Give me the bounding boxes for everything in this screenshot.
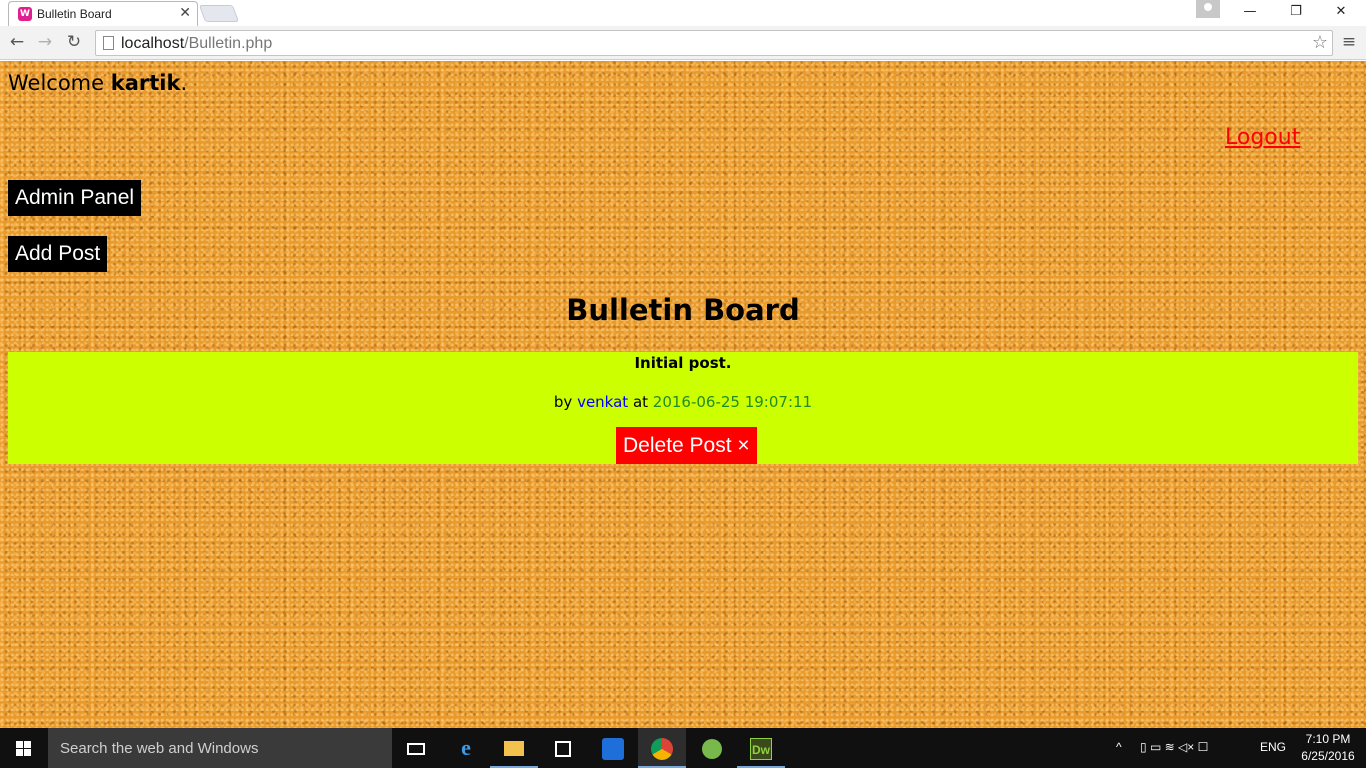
dreamweaver-label: Dw xyxy=(750,737,772,760)
tab-close-icon[interactable]: ✕ xyxy=(179,5,191,21)
chrome-icon[interactable] xyxy=(638,728,686,768)
tab-strip: W Bulletin Board ✕ — ❐ ✕ xyxy=(0,0,1366,26)
back-arrow-icon[interactable]: ← xyxy=(6,31,28,53)
post-author: venkat xyxy=(577,393,629,411)
logout-link[interactable]: Logout xyxy=(1225,125,1300,150)
task-view-icon[interactable] xyxy=(392,728,440,768)
tray-chevron-icon[interactable]: ^ xyxy=(1116,740,1122,754)
post-meta: by venkat at 2016-06-25 19:07:11 xyxy=(8,393,1358,411)
tray-icons[interactable]: ▯ ▭ ≋ ◁× ☐ xyxy=(1140,740,1208,754)
clock-time: 7:10 PM xyxy=(1305,732,1351,746)
welcome-prefix: Welcome xyxy=(8,71,111,95)
tab-title: Bulletin Board xyxy=(37,7,112,21)
taskbar: Search the web and Windows e Dw ^ ▯ ▭ ≋ … xyxy=(0,728,1366,768)
page-title: Bulletin Board xyxy=(566,293,800,327)
dropbox-icon[interactable] xyxy=(589,728,637,768)
url-text[interactable]: localhost/Bulletin.php xyxy=(121,35,272,53)
welcome-suffix: . xyxy=(180,71,188,95)
post-title: Initial post. xyxy=(634,354,732,372)
new-tab-button[interactable] xyxy=(198,5,240,22)
post-card: Initial post. by venkat at 2016-06-25 19… xyxy=(8,352,1358,464)
close-window-button[interactable]: ✕ xyxy=(1318,0,1364,26)
reload-icon[interactable]: ↻ xyxy=(63,31,85,53)
post-by-label: by xyxy=(553,393,578,411)
android-studio-icon[interactable] xyxy=(688,728,736,768)
post-date: 2016-06-25 19:07:11 xyxy=(652,393,813,411)
favicon-icon: W xyxy=(18,7,32,21)
clock-date: 6/25/2016 xyxy=(1301,749,1355,763)
browser-toolbar: ← → ↻ localhost/Bulletin.php ☆ ≡ xyxy=(0,26,1366,60)
page-icon xyxy=(103,36,114,50)
dreamweaver-icon[interactable]: Dw xyxy=(737,728,785,768)
url-host: localhost xyxy=(121,35,185,52)
maximize-button[interactable]: ❐ xyxy=(1273,0,1319,26)
windows-logo-icon xyxy=(16,741,32,756)
username: kartik xyxy=(110,71,181,95)
taskbar-search[interactable]: Search the web and Windows xyxy=(48,728,392,768)
forward-arrow-icon[interactable]: → xyxy=(34,31,56,53)
store-icon[interactable] xyxy=(539,728,587,768)
welcome-message: Welcome kartik. xyxy=(8,71,187,95)
bookmark-star-icon[interactable]: ☆ xyxy=(1312,32,1328,53)
url-path: /Bulletin.php xyxy=(184,35,273,52)
edge-icon[interactable]: e xyxy=(442,728,490,768)
start-button[interactable] xyxy=(0,728,48,768)
admin-panel-button[interactable]: Admin Panel xyxy=(8,180,142,216)
search-placeholder: Search the web and Windows xyxy=(60,740,259,757)
delete-post-button[interactable]: Delete Post × xyxy=(616,427,757,464)
profile-icon[interactable] xyxy=(1196,0,1220,18)
minimize-button[interactable]: — xyxy=(1227,0,1273,26)
clock[interactable]: 7:10 PM 6/25/2016 xyxy=(1296,731,1360,765)
add-post-button[interactable]: Add Post xyxy=(8,236,108,272)
post-at-label: at xyxy=(628,393,653,411)
language-indicator[interactable]: ENG xyxy=(1260,740,1286,754)
browser-menu-icon[interactable]: ≡ xyxy=(1340,32,1358,54)
address-bar[interactable]: localhost/Bulletin.php ☆ xyxy=(95,30,1333,56)
browser-tab[interactable]: W Bulletin Board ✕ xyxy=(8,1,198,26)
file-explorer-icon[interactable] xyxy=(490,728,538,768)
page-viewport: Welcome kartik. Logout Admin Panel Add P… xyxy=(0,61,1366,728)
